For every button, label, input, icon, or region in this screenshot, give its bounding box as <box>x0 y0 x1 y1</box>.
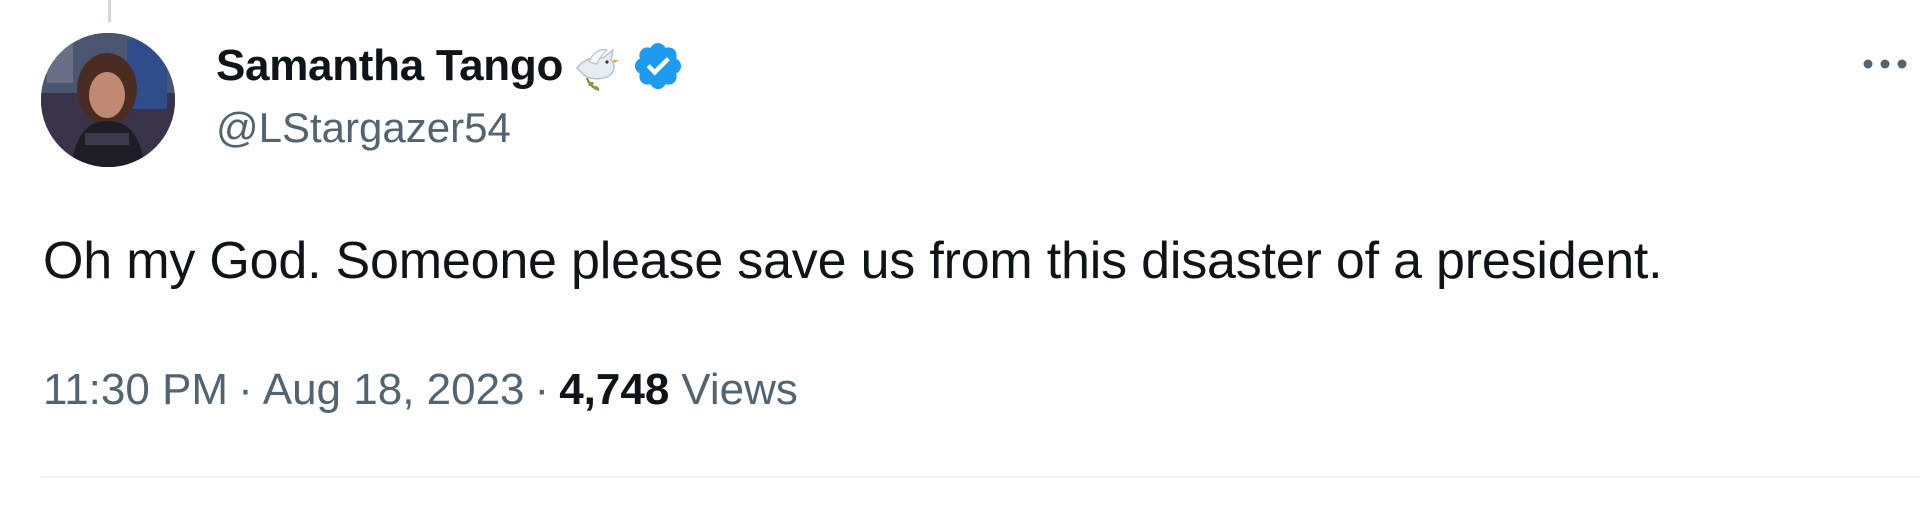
more-options-button[interactable] <box>1858 44 1912 84</box>
meta-separator: · <box>238 365 253 414</box>
avatar-photo <box>41 33 175 167</box>
meta-separator: · <box>534 365 550 414</box>
more-horizontal-icon <box>1863 59 1907 69</box>
divider <box>41 476 1920 478</box>
avatar[interactable] <box>41 33 175 167</box>
tweet-date[interactable]: Aug 18, 2023 <box>263 365 525 415</box>
tweet-time[interactable]: 11:30 PM <box>43 365 228 415</box>
author-display-name[interactable]: Samantha Tango <box>216 41 563 91</box>
views-label[interactable]: Views <box>681 365 798 415</box>
author-handle[interactable]: @LStargazer54 <box>216 104 511 152</box>
views-count[interactable]: 4,748 <box>559 365 669 415</box>
dove-emoji-icon <box>567 38 623 94</box>
verified-badge-icon[interactable] <box>631 39 685 93</box>
tweet-text: Oh my God. Someone please save us from t… <box>43 232 1663 290</box>
tweet-metadata: 11:30 PM · Aug 18, 2023 · 4,748 Views <box>43 362 798 418</box>
thread-connector-line <box>108 0 111 22</box>
author-name-row: Samantha Tango <box>216 38 685 94</box>
